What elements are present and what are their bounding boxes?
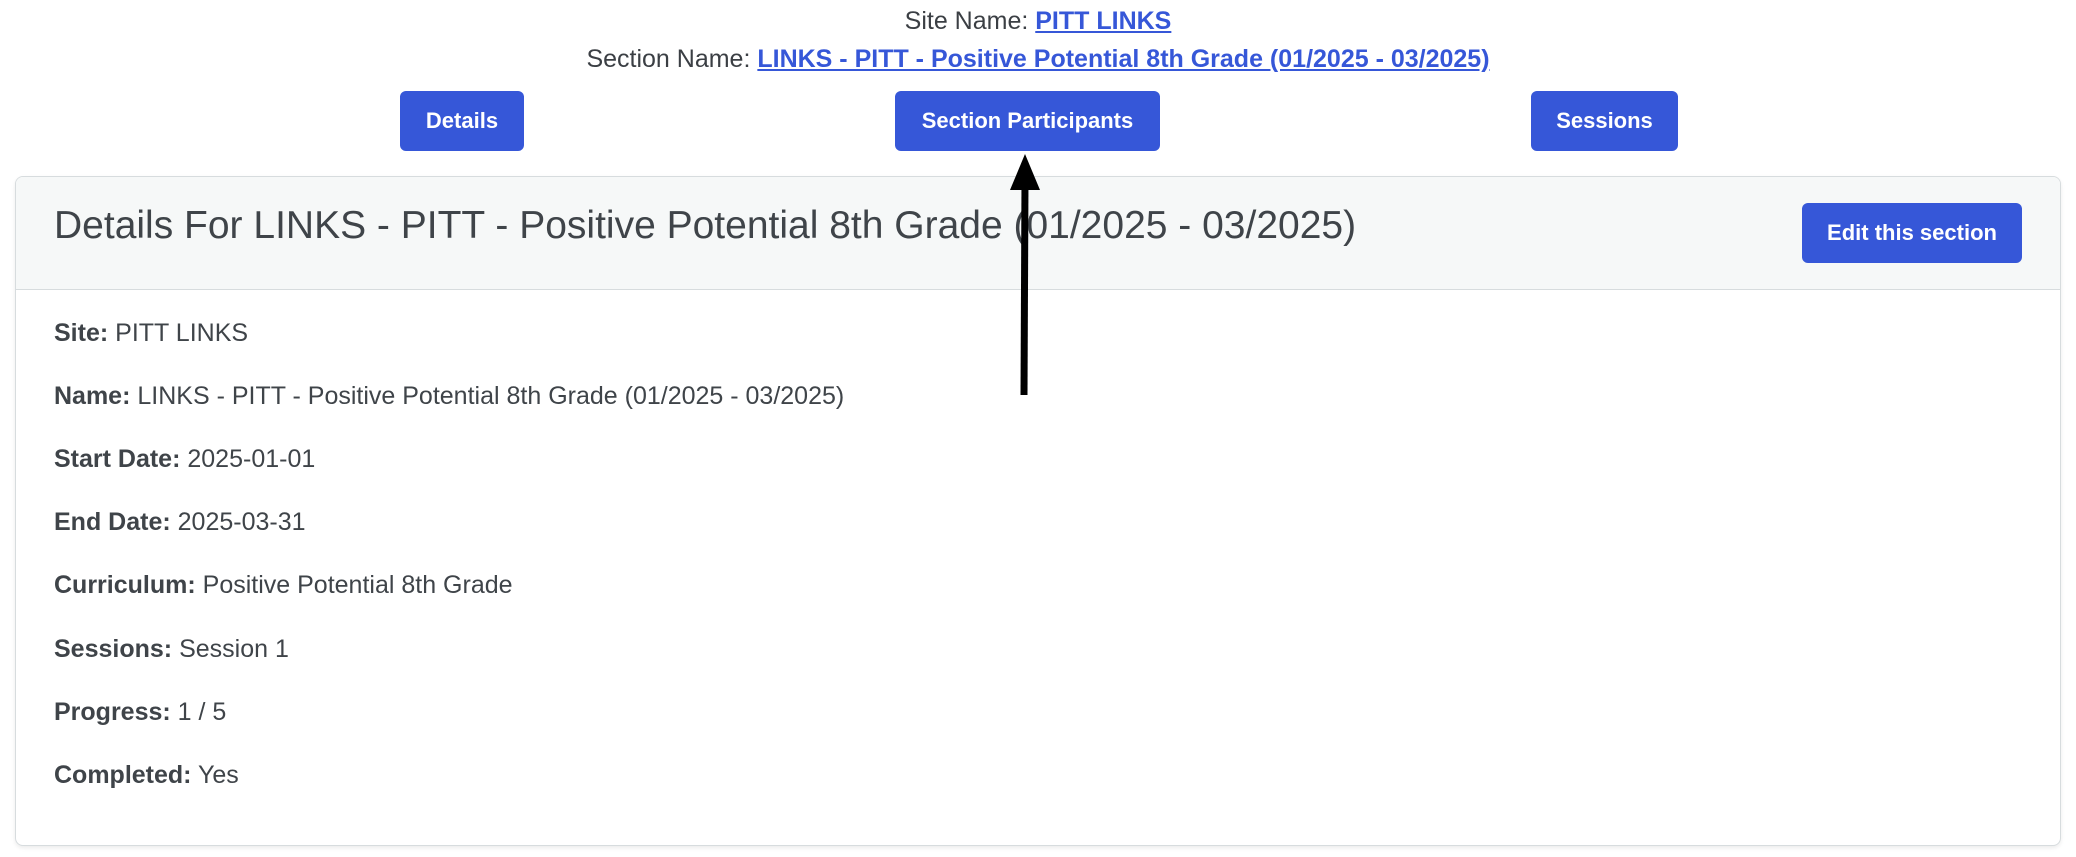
field-curriculum-value: Positive Potential 8th Grade	[202, 571, 513, 599]
details-button[interactable]: Details	[400, 91, 524, 151]
field-curriculum-label: Curriculum:	[54, 571, 196, 599]
field-site: Site: PITT LINKS	[54, 317, 248, 349]
field-progress-label: Progress:	[54, 698, 171, 726]
field-sessions-value: Session 1	[179, 635, 289, 663]
field-name-value: LINKS - PITT - Positive Potential 8th Gr…	[137, 382, 845, 410]
card-header: Details For LINKS - PITT - Positive Pote…	[16, 177, 2060, 290]
field-site-label: Site:	[54, 319, 109, 347]
site-name-link[interactable]: PITT LINKS	[1035, 7, 1171, 35]
field-start-date: Start Date: 2025-01-01	[54, 443, 315, 475]
field-name: Name: LINKS - PITT - Positive Potential …	[54, 380, 844, 412]
site-name-line: Site Name: PITT LINKS	[0, 6, 2076, 36]
edit-section-button[interactable]: Edit this section	[1802, 203, 2022, 263]
field-completed-label: Completed:	[54, 761, 192, 789]
section-participants-button[interactable]: Section Participants	[895, 91, 1160, 151]
field-end-date-value: 2025-03-31	[177, 508, 306, 536]
section-details-card: Details For LINKS - PITT - Positive Pote…	[15, 176, 2061, 846]
field-start-date-value: 2025-01-01	[187, 445, 316, 473]
field-progress: Progress: 1 / 5	[54, 696, 226, 728]
field-end-date: End Date: 2025-03-31	[54, 506, 306, 538]
field-site-value: PITT LINKS	[115, 319, 249, 347]
field-sessions-label: Sessions:	[54, 635, 173, 663]
field-name-label: Name:	[54, 382, 131, 410]
section-name-link[interactable]: LINKS - PITT - Positive Potential 8th Gr…	[757, 45, 1489, 73]
field-completed-value: Yes	[198, 761, 239, 789]
site-name-label: Site Name:	[904, 7, 1036, 35]
field-progress-value: 1 / 5	[177, 698, 227, 726]
field-end-date-label: End Date:	[54, 508, 171, 536]
card-title: Details For LINKS - PITT - Positive Pote…	[54, 204, 1357, 247]
field-sessions: Sessions: Session 1	[54, 633, 289, 665]
section-name-line: Section Name: LINKS - PITT - Positive Po…	[0, 44, 2076, 74]
field-start-date-label: Start Date:	[54, 445, 181, 473]
field-curriculum: Curriculum: Positive Potential 8th Grade	[54, 569, 513, 601]
section-name-label: Section Name:	[586, 45, 758, 73]
sessions-button[interactable]: Sessions	[1531, 91, 1678, 151]
field-completed: Completed: Yes	[54, 759, 239, 791]
